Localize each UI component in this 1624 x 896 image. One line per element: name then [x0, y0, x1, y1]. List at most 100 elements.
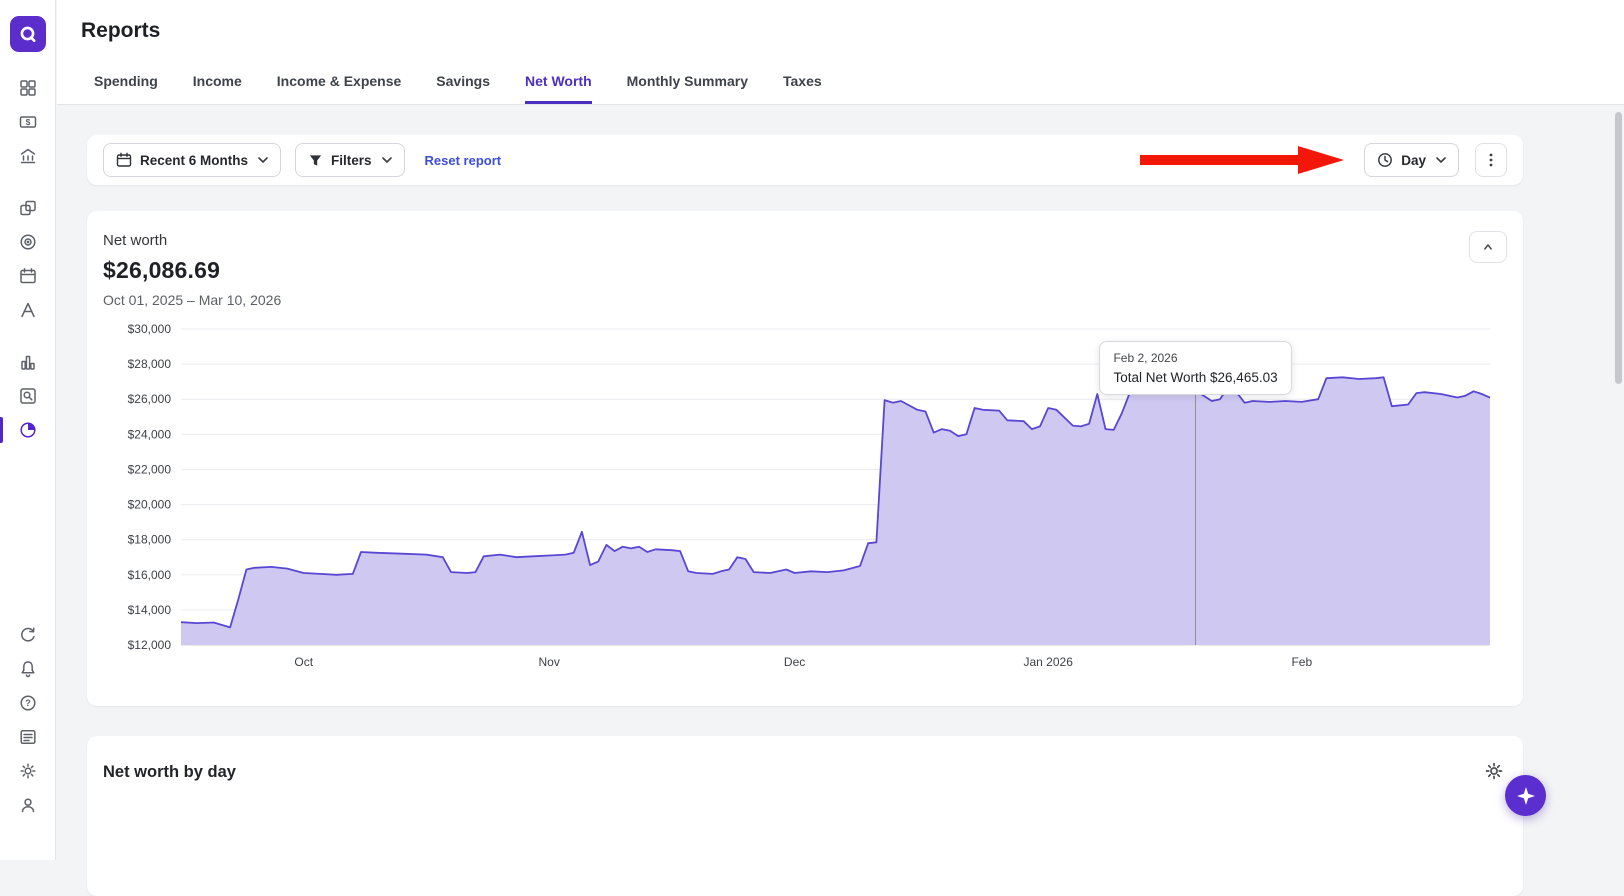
- sidebar-item-sync[interactable]: [0, 618, 56, 652]
- net-worth-by-day-card: Net worth by day: [87, 736, 1523, 896]
- svg-text:?: ?: [25, 698, 31, 708]
- net-worth-chart[interactable]: $30,000 $28,000 $26,000 $24,000 $22,000 $20,0…: [103, 319, 1507, 680]
- tooltip-date: Feb 2, 2026: [1113, 351, 1178, 365]
- chart-tooltip: Feb 2, 2026 Total Net Worth $26,465.03: [1099, 341, 1292, 395]
- svg-text:$20,000: $20,000: [128, 498, 172, 512]
- svg-text:Feb: Feb: [1291, 655, 1312, 669]
- calendar-icon: [116, 152, 132, 167]
- app-logo-icon: [20, 26, 36, 43]
- reset-report-link[interactable]: Reset report: [425, 153, 502, 168]
- search-report-icon: [19, 388, 36, 404]
- sidebar-item-goals[interactable]: [0, 225, 56, 259]
- net-worth-by-day-header: Net worth by day: [103, 758, 1507, 787]
- interval-button[interactable]: Day: [1364, 143, 1459, 177]
- tab-income[interactable]: Income: [193, 73, 242, 104]
- svg-text:$30,000: $30,000: [128, 322, 172, 336]
- sidebar-item-connections[interactable]: [0, 191, 56, 225]
- card-settings-button[interactable]: [1481, 758, 1507, 787]
- calendar-icon: [19, 268, 36, 284]
- toolbar-right-group: Day: [1364, 143, 1507, 177]
- interval-label: Day: [1401, 152, 1426, 168]
- main-area: Reports Spending Income Income & Expense Sa…: [57, 0, 1624, 896]
- collapse-card-button[interactable]: [1469, 231, 1507, 263]
- tab-spending[interactable]: Spending: [94, 73, 158, 104]
- net-worth-amount: $26,086.69: [103, 257, 221, 283]
- assistant-fab[interactable]: [1505, 775, 1546, 816]
- svg-text:Nov: Nov: [539, 655, 560, 669]
- sidebar-item-settings[interactable]: [0, 754, 56, 788]
- filters-label: Filters: [331, 152, 372, 168]
- page-header: Reports Spending Income Income & Expense Sa…: [57, 0, 1624, 105]
- svg-text:Jan 2026: Jan 2026: [1024, 655, 1074, 669]
- net-worth-summary: Net worth $26,086.69 Oct 01, 2025 – Mar …: [103, 231, 281, 309]
- svg-text:$12,000: $12,000: [128, 638, 172, 652]
- report-tabs: Spending Income Income & Expense Savings Net…: [94, 73, 1624, 104]
- net-worth-card-header: Net worth $26,086.69 Oct 01, 2025 – Mar …: [103, 231, 1507, 309]
- net-worth-by-day-title: Net worth by day: [103, 763, 236, 781]
- dashboard-icon: [19, 80, 36, 96]
- svg-text:$16,000: $16,000: [128, 568, 172, 582]
- planning-icon: [20, 302, 35, 318]
- tab-monthly-summary[interactable]: Monthly Summary: [627, 73, 748, 104]
- gear-icon: [19, 763, 36, 779]
- svg-text:$22,000: $22,000: [128, 462, 172, 476]
- sidebar-nav: $: [0, 71, 55, 447]
- tab-taxes[interactable]: Taxes: [783, 73, 822, 104]
- report-toolbar: Recent 6 Months Filters Reset report Day: [87, 135, 1523, 185]
- net-worth-area-chart[interactable]: $30,000 $28,000 $26,000 $24,000 $22,000 $20,0…: [103, 319, 1503, 675]
- feed-icon: [19, 730, 36, 745]
- clock-icon: [1378, 153, 1393, 167]
- svg-text:$26,000: $26,000: [128, 392, 172, 406]
- sidebar-item-dashboard[interactable]: [0, 71, 56, 105]
- sidebar-item-search[interactable]: [0, 379, 56, 413]
- app-logo[interactable]: [9, 16, 46, 52]
- sparkle-icon: [1516, 786, 1535, 805]
- net-worth-title: Net worth: [103, 232, 168, 249]
- bar-chart-icon: [20, 355, 35, 370]
- goals-icon: [19, 234, 36, 250]
- svg-text:$24,000: $24,000: [128, 427, 172, 441]
- sidebar-item-notifications[interactable]: [0, 652, 56, 686]
- svg-text:$14,000: $14,000: [128, 603, 172, 617]
- tab-net-worth[interactable]: Net Worth: [525, 73, 592, 104]
- date-range-button[interactable]: Recent 6 Months: [103, 143, 282, 177]
- sidebar-item-planning[interactable]: [0, 293, 56, 327]
- chevron-down-icon: [258, 157, 268, 163]
- sidebar: $ ?: [0, 0, 56, 860]
- kebab-menu-icon: [1489, 153, 1493, 167]
- chevron-down-icon: [381, 157, 392, 163]
- funnel-icon: [309, 154, 322, 166]
- tab-savings[interactable]: Savings: [436, 73, 490, 104]
- bell-icon: [20, 661, 35, 678]
- filters-button[interactable]: Filters: [295, 143, 405, 177]
- chevron-down-icon: [1436, 157, 1446, 163]
- sidebar-item-profile[interactable]: [0, 788, 56, 822]
- sync-icon: [20, 627, 35, 642]
- sidebar-item-reports[interactable]: [0, 413, 56, 447]
- svg-text:$: $: [25, 117, 30, 127]
- profile-icon: [21, 798, 34, 813]
- net-worth-card: Net worth $26,086.69 Oct 01, 2025 – Mar …: [87, 211, 1523, 706]
- sidebar-item-investments[interactable]: [0, 345, 56, 379]
- sidebar-item-bills[interactable]: [0, 259, 56, 293]
- sidebar-item-accounts[interactable]: [0, 139, 56, 173]
- bank-icon: [20, 148, 35, 164]
- tooltip-value: Total Net Worth $26,465.03: [1113, 370, 1278, 385]
- tab-income-expense[interactable]: Income & Expense: [277, 73, 402, 104]
- cash-icon: $: [19, 116, 36, 128]
- connections-icon: [19, 200, 36, 216]
- svg-text:$28,000: $28,000: [128, 357, 172, 371]
- sidebar-item-transactions[interactable]: $: [0, 105, 56, 139]
- page-title: Reports: [81, 19, 161, 42]
- more-options-button[interactable]: [1475, 143, 1507, 177]
- net-worth-date-range: Oct 01, 2025 – Mar 10, 2026: [103, 292, 282, 308]
- sidebar-item-feed[interactable]: [0, 720, 56, 754]
- help-icon: ?: [19, 695, 36, 711]
- date-range-label: Recent 6 Months: [140, 152, 249, 168]
- sidebar-item-help[interactable]: ?: [0, 686, 56, 720]
- scrollbar-thumb[interactable]: [1615, 112, 1622, 384]
- svg-text:Dec: Dec: [784, 655, 805, 669]
- gear-icon: [1485, 762, 1503, 780]
- annotation-red-arrow: [1140, 146, 1344, 174]
- svg-text:Oct: Oct: [294, 655, 313, 669]
